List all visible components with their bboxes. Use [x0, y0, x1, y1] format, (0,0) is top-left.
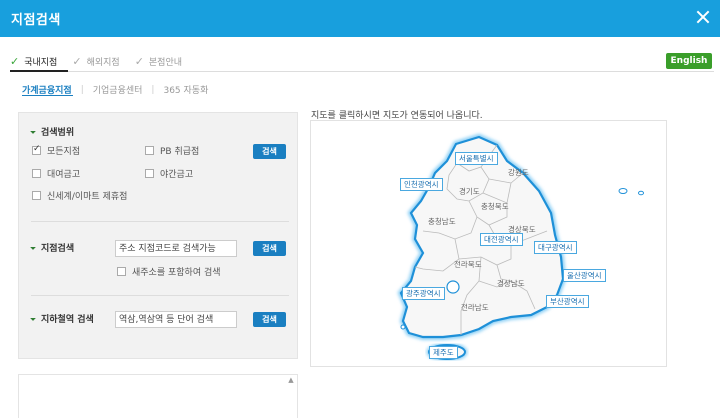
- checkbox[interactable]: [32, 169, 41, 178]
- tab-domestic[interactable]: ✓ 국내지점: [10, 52, 57, 70]
- checkbox[interactable]: [117, 267, 126, 276]
- check-icon: ✓: [10, 54, 20, 68]
- province-jeonnam[interactable]: 전라남도: [461, 302, 489, 313]
- ulleungdo-island: [618, 188, 628, 194]
- section-divider: [31, 295, 289, 296]
- option-pb-branches[interactable]: PB 취급점: [145, 144, 199, 157]
- city-jeju[interactable]: 제주도: [429, 346, 458, 359]
- active-tab-indicator: [10, 70, 68, 72]
- province-gangwon[interactable]: 강원도: [508, 167, 529, 178]
- city-gwangju[interactable]: 광주광역시: [402, 287, 445, 300]
- city-busan[interactable]: 부산광역시: [546, 295, 589, 308]
- tab-label: 국내지점: [24, 57, 58, 68]
- subway-search-button[interactable]: 검색: [253, 312, 286, 327]
- search-scope-title: 검색범위: [41, 128, 75, 138]
- check-icon: ✓: [134, 54, 144, 68]
- subtab-corporate-center[interactable]: 기업금융센터: [93, 83, 143, 96]
- option-safe-deposit[interactable]: 대여금고: [32, 167, 80, 180]
- search-panel: 검색범위 모든지점 PB 취급점 검색 대여금고 야간금고 신세계/이마트 제휴…: [18, 112, 298, 359]
- city-daegu[interactable]: 대구광역시: [534, 241, 577, 254]
- scroll-up-arrow-icon[interactable]: ▲: [286, 376, 296, 386]
- option-label: 대여금고: [47, 170, 81, 180]
- province-chungnam[interactable]: 충청남도: [428, 216, 456, 227]
- title-bar: 지점검색: [0, 0, 720, 37]
- province-gyeonggi[interactable]: 경기도: [459, 186, 480, 197]
- checkbox[interactable]: [32, 191, 41, 200]
- dokdo-island: [638, 190, 644, 196]
- tabs-divider: [68, 71, 714, 72]
- window-title: 지점검색: [11, 13, 61, 28]
- option-all-branches[interactable]: 모든지점: [32, 144, 80, 157]
- option-label: 야간금고: [160, 170, 194, 180]
- branch-search-title: 지점검색: [41, 244, 75, 254]
- city-ulsan[interactable]: 울산광역시: [563, 269, 606, 282]
- island-dot: [400, 324, 406, 330]
- active-subtab-indicator: [22, 95, 73, 96]
- triangle-icon: [30, 315, 36, 321]
- subtab-separator: |: [80, 84, 84, 95]
- option-label: 새주소를 포함하여 검색: [132, 268, 221, 278]
- province-gyeongnam[interactable]: 경상남도: [497, 278, 525, 289]
- subtab-separator: |: [151, 84, 155, 95]
- checkbox[interactable]: [145, 146, 154, 155]
- city-seoul[interactable]: 서울특별시: [455, 152, 498, 165]
- english-button[interactable]: English: [666, 53, 712, 69]
- subway-search-input[interactable]: 역삼,역삼역 등 단어 검색: [115, 311, 237, 328]
- search-scope-heading: 검색범위: [30, 125, 75, 138]
- section-divider: [31, 221, 289, 222]
- korea-map[interactable]: 서울특별시 인천광역시 대전광역시 대구광역시 울산광역시 광주광역시 부산광역…: [310, 120, 667, 367]
- subtab-atm[interactable]: 365 자동화: [163, 83, 208, 96]
- branch-search-heading: 지점검색: [30, 241, 75, 254]
- option-night-deposit[interactable]: 야간금고: [145, 167, 193, 180]
- branch-search-input[interactable]: 주소 지점코드로 검색가능: [115, 240, 237, 257]
- triangle-icon: [30, 128, 36, 134]
- city-incheon[interactable]: 인천광역시: [400, 178, 443, 191]
- scope-search-button[interactable]: 검색: [253, 144, 286, 159]
- include-new-address-option[interactable]: 새주소를 포함하여 검색: [117, 265, 221, 278]
- gwangju-area: [446, 280, 460, 294]
- tab-label: 해외지점: [86, 57, 120, 68]
- checkbox[interactable]: [32, 144, 41, 155]
- tab-label: 본점안내: [148, 57, 183, 68]
- option-label: 신세계/이마트 제휴점: [47, 192, 128, 202]
- branch-search-button[interactable]: 검색: [253, 241, 286, 256]
- province-jeonbuk[interactable]: 전라북도: [454, 259, 482, 270]
- tab-overseas[interactable]: ✓ 해외지점: [72, 52, 119, 70]
- checkbox[interactable]: [145, 169, 154, 178]
- province-gyeongbuk[interactable]: 경상북도: [508, 224, 536, 235]
- main-tabs: ✓ 국내지점 ✓ 해외지점 ✓ 본점안내: [10, 52, 182, 70]
- option-label: 모든지점: [47, 147, 81, 157]
- tab-headquarters[interactable]: ✓ 본점안내: [135, 52, 182, 70]
- subway-search-heading: 지하철역 검색: [30, 312, 94, 325]
- option-label: PB 취급점: [160, 147, 200, 157]
- triangle-icon: [30, 244, 36, 250]
- close-icon[interactable]: [694, 8, 712, 26]
- results-panel: [18, 374, 298, 418]
- option-shinsegae-emart[interactable]: 신세계/이마트 제휴점: [32, 189, 127, 202]
- province-chungbuk[interactable]: 충청북도: [481, 201, 509, 212]
- check-icon: ✓: [72, 54, 82, 68]
- subway-search-title: 지하철역 검색: [41, 315, 94, 325]
